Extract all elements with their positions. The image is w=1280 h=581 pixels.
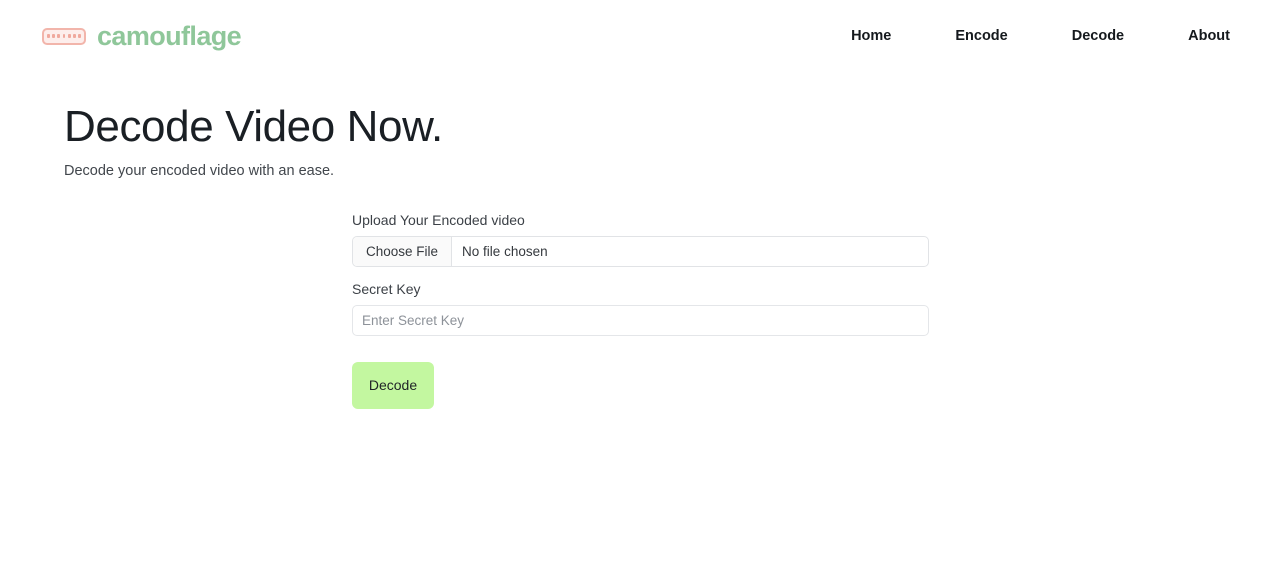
camouflage-strip-icon [42, 27, 86, 45]
brand-name: camouflage [97, 20, 242, 51]
secret-key-input[interactable] [352, 304, 929, 336]
upload-field-group: Upload Your Encoded video Choose File No… [352, 212, 929, 267]
decode-button[interactable]: Decode [352, 361, 434, 409]
page-root: camouflage Home Encode Decode About Deco… [0, 0, 1280, 409]
file-status-text: No file chosen [462, 243, 548, 259]
brand-logo[interactable]: camouflage [42, 20, 242, 51]
site-header: camouflage Home Encode Decode About [0, 0, 1280, 72]
file-input[interactable]: Choose File No file chosen [352, 235, 929, 267]
page-title: Decode Video Now. [64, 102, 443, 151]
secret-key-field-group: Secret Key [352, 281, 929, 336]
secret-key-label: Secret Key [352, 280, 421, 297]
nav-item-decode[interactable]: Decode [1040, 20, 1156, 52]
decode-form: Upload Your Encoded video Choose File No… [352, 212, 929, 409]
main-navigation: Home Encode Decode About [819, 20, 1262, 52]
decode-form-section: Upload Your Encoded video Choose File No… [0, 212, 1280, 409]
page-subtitle: Decode your encoded video with an ease. [64, 162, 335, 179]
upload-label: Upload Your Encoded video [352, 211, 525, 228]
hero-section: Decode Video Now. Decode your encoded vi… [0, 72, 1280, 179]
nav-item-home[interactable]: Home [819, 20, 923, 52]
nav-item-about[interactable]: About [1156, 20, 1262, 52]
choose-file-button[interactable]: Choose File [353, 236, 453, 266]
nav-item-encode[interactable]: Encode [923, 20, 1039, 52]
